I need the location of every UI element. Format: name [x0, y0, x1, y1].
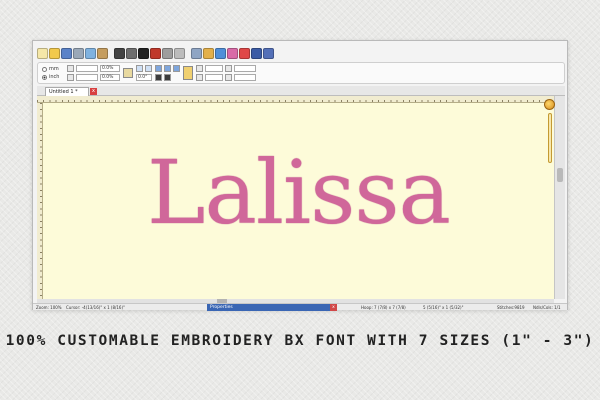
status-cursor: Cursor: -4(13/16)" x 1 (8/16)" — [66, 305, 125, 310]
flip-icon[interactable] — [164, 74, 171, 81]
new-file-icon[interactable] — [37, 47, 48, 59]
align-left-icon[interactable] — [155, 65, 162, 72]
rotate-left-icon[interactable] — [136, 65, 143, 72]
sheet-icon[interactable] — [263, 47, 274, 59]
letter-spacing-input[interactable] — [205, 65, 223, 72]
baseline-icon — [225, 74, 232, 81]
airplane-icon[interactable] — [191, 47, 202, 59]
size-fields: 0.0% 0.0% — [67, 65, 120, 81]
spacing-row-2 — [196, 74, 256, 81]
stitch-icon[interactable] — [215, 47, 226, 59]
status-stitches: Stitches:9819 — [497, 305, 525, 310]
properties-close-icon[interactable]: x — [330, 304, 337, 311]
zoom-icon[interactable] — [162, 47, 173, 59]
status-size: 5 (5/16)" x 1 (5/32)" — [423, 305, 464, 310]
zoom-slider[interactable] — [548, 113, 552, 163]
main-toolbar — [37, 45, 367, 61]
promo-caption: 100% CUSTOMABLE EMBROIDERY BX FONT WITH … — [5, 333, 595, 349]
align-right-icon[interactable] — [173, 65, 180, 72]
zoom-knob-icon[interactable] — [544, 99, 555, 110]
rotate-buttons-row — [136, 65, 152, 72]
copy-icon[interactable] — [85, 47, 96, 59]
spacing-row-1 — [196, 65, 256, 72]
unit-option-mm[interactable]: mm — [42, 66, 64, 72]
rotate-fields: 0.0° — [136, 65, 152, 81]
width-icon — [67, 65, 74, 72]
color-palette-icon[interactable] — [150, 47, 161, 59]
rotate-right-icon[interactable] — [145, 65, 152, 72]
status-zoom: Zoom: 100% — [36, 305, 62, 310]
units-group: mm inch — [42, 66, 64, 80]
record-icon[interactable] — [239, 47, 250, 59]
lock-ratio-button[interactable] — [123, 68, 133, 78]
font-icon[interactable] — [114, 47, 125, 59]
height-icon — [67, 74, 74, 81]
save-icon[interactable] — [61, 47, 72, 59]
mm-radio[interactable] — [42, 66, 47, 72]
status-hoop: Hoop: 7 (7/8) x 7 (7/8) — [361, 305, 406, 310]
align-row-2 — [155, 74, 180, 81]
align-row-1 — [155, 65, 180, 72]
angle-input[interactable]: 0.0° — [136, 74, 152, 81]
paste-icon[interactable] — [97, 47, 108, 59]
horizontal-ruler — [37, 96, 554, 103]
3d-icon[interactable] — [138, 47, 149, 59]
hoop-icon[interactable] — [227, 47, 238, 59]
properties-panel-tab[interactable]: Properties x — [207, 304, 337, 311]
width-input[interactable] — [76, 65, 98, 72]
design-canvas[interactable]: Lalissa — [43, 103, 554, 299]
kerning-input[interactable] — [205, 74, 223, 81]
inch-label: inch — [49, 74, 60, 80]
vertical-scroll-thumb[interactable] — [557, 168, 563, 182]
color-sequence-button[interactable] — [183, 66, 193, 80]
print-preview-icon[interactable] — [73, 47, 84, 59]
embroidery-app-window: mm inch 0.0% 0.0% 0.0° Untitled 1 * x La… — [32, 40, 568, 311]
spacing-fields — [196, 65, 256, 81]
embroidery-design-text[interactable]: Lalissa — [147, 143, 451, 243]
align-buttons — [155, 65, 180, 81]
baseline-input[interactable] — [234, 74, 256, 81]
properties-toolbar: mm inch 0.0% 0.0% 0.0° — [37, 62, 565, 84]
line-spacing-icon — [225, 65, 232, 72]
mm-label: mm — [49, 66, 59, 72]
status-bar: Zoom: 100% Cursor: -4(13/16)" x 1 (8/16)… — [33, 303, 567, 311]
letter-spacing-icon — [196, 65, 203, 72]
unit-option-inch[interactable]: inch — [42, 74, 64, 80]
line-spacing-input[interactable] — [234, 65, 256, 72]
grid-icon[interactable] — [203, 47, 214, 59]
inch-radio[interactable] — [42, 74, 47, 80]
height-field-row: 0.0% — [67, 74, 120, 81]
align-center-icon[interactable] — [164, 65, 171, 72]
vertical-scrollbar[interactable] — [554, 96, 565, 299]
design-icon[interactable] — [126, 47, 137, 59]
angle-row: 0.0° — [136, 74, 152, 81]
properties-label: Properties — [210, 305, 233, 310]
tab-untitled-1[interactable]: Untitled 1 * — [45, 87, 89, 96]
width-field-row: 0.0% — [67, 65, 120, 72]
width-percent-input[interactable]: 0.0% — [100, 65, 120, 72]
text-a-icon[interactable] — [251, 47, 262, 59]
kerning-icon — [196, 74, 203, 81]
measure-icon[interactable] — [174, 47, 185, 59]
tab-close-icon[interactable]: x — [90, 88, 97, 95]
status-needles: Ndls/Cols: 1/1 — [533, 305, 561, 310]
open-folder-icon[interactable] — [49, 47, 60, 59]
height-input[interactable] — [76, 74, 98, 81]
mirror-icon[interactable] — [155, 74, 162, 81]
document-tab-strip: Untitled 1 * x — [37, 86, 565, 96]
height-percent-input[interactable]: 0.0% — [100, 74, 120, 81]
